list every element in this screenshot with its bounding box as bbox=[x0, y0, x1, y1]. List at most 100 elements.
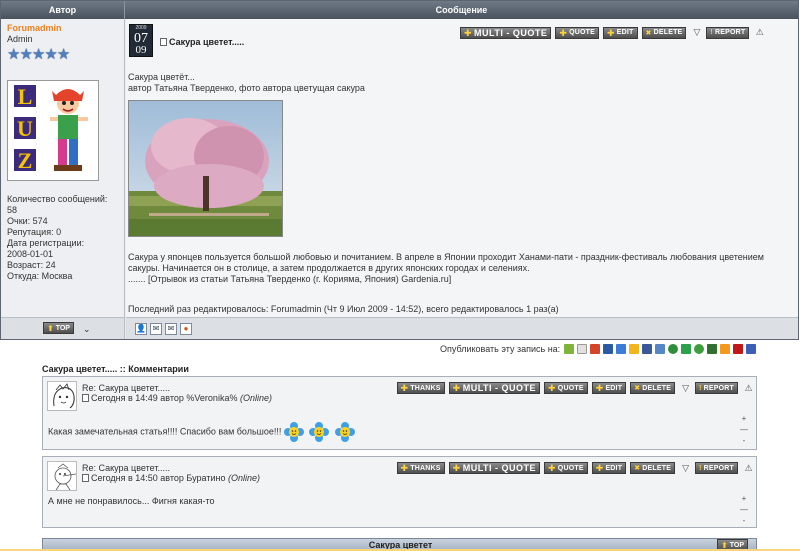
vote-minus-button[interactable]: - bbox=[740, 435, 748, 446]
share-icon[interactable] bbox=[720, 344, 731, 354]
share-icon[interactable] bbox=[681, 344, 692, 354]
post-title: Сакура цветет..... bbox=[160, 37, 244, 47]
facebook-icon[interactable] bbox=[642, 344, 653, 354]
comment-avatar[interactable] bbox=[47, 381, 77, 411]
report-button[interactable]: ! REPORT bbox=[695, 462, 738, 474]
quote-button[interactable]: ✚ QUOTE bbox=[544, 382, 588, 394]
quote-button[interactable]: ✚ QUOTE bbox=[544, 462, 588, 474]
share-icon[interactable] bbox=[694, 344, 705, 354]
thanks-button[interactable]: ✚ THANKS bbox=[396, 382, 445, 394]
share-icon[interactable] bbox=[668, 344, 679, 354]
online-status-icon[interactable]: ● bbox=[180, 323, 192, 335]
delete-button[interactable]: ✖ DELETE bbox=[630, 462, 676, 474]
post-excerpt: ....... [Отрывок из статьи Татьяна Тверд… bbox=[128, 274, 452, 284]
post-title-text: Сакура цветет..... bbox=[169, 37, 245, 47]
comment-title: Re: Сакура цветет..... bbox=[82, 463, 170, 473]
sakura-photo[interactable] bbox=[128, 100, 283, 237]
comment-toolbar: ✚ THANKS ✚ MULTI - QUOTE ✚ QUOTE ✚ EDIT ✖ DEL… bbox=[393, 381, 754, 395]
author-role: Admin bbox=[7, 34, 33, 44]
share-icon[interactable] bbox=[616, 344, 627, 354]
ip-warning-icon[interactable]: ▽ bbox=[680, 383, 691, 394]
document-icon bbox=[160, 38, 167, 46]
column-header-message: Сообщение bbox=[435, 5, 488, 15]
warn-user-icon[interactable]: ⚠ bbox=[754, 27, 765, 38]
thanks-button[interactable]: ✚ THANKS bbox=[396, 462, 445, 474]
share-icon[interactable] bbox=[629, 344, 640, 354]
avatar-letter-u: U bbox=[17, 116, 33, 141]
comment-meta: Сегодня в 14:49 автор %Veronika% (Online… bbox=[82, 393, 272, 403]
vote-plus-button[interactable]: + bbox=[740, 493, 748, 504]
multi-quote-button[interactable]: ✚ MULTI - QUOTE bbox=[460, 26, 552, 39]
share-icon[interactable] bbox=[577, 344, 588, 354]
comment-title: Re: Сакура цветет..... bbox=[82, 383, 170, 393]
edit-label: EDIT bbox=[605, 384, 623, 392]
table-header: Автор Сообщение bbox=[1, 1, 798, 19]
edit-button[interactable]: ✚ EDIT bbox=[591, 382, 627, 394]
vote-bar: — bbox=[740, 505, 748, 514]
share-icon[interactable] bbox=[707, 344, 718, 354]
comment-vote-controls: + — - bbox=[740, 413, 748, 446]
date-badge: 2009 07 09 bbox=[129, 24, 153, 57]
author-avatar[interactable]: L U Z bbox=[7, 80, 99, 181]
online-status: (Online) bbox=[227, 473, 260, 483]
stat-line: Репутация: 0 bbox=[7, 227, 62, 237]
thanks-label: THANKS bbox=[410, 384, 441, 392]
multi-quote-label: MULTI - QUOTE bbox=[462, 463, 537, 473]
comment-avatar[interactable] bbox=[47, 461, 77, 491]
profile-icon[interactable]: 👤 bbox=[135, 323, 147, 335]
delete-button[interactable]: ✖ DELETE bbox=[641, 26, 687, 39]
warn-user-icon[interactable]: ⚠ bbox=[743, 383, 754, 394]
comment-item: Re: Сакура цветет..... Сегодня в 14:50 а… bbox=[42, 456, 757, 528]
comment-body: А мне не понравилось... Фигня какая-то bbox=[48, 496, 215, 506]
edit-button[interactable]: ✚ EDIT bbox=[603, 26, 638, 39]
multi-quote-button[interactable]: ✚ MULTI - QUOTE bbox=[448, 462, 541, 474]
private-message-icon[interactable]: ✉ bbox=[150, 323, 162, 335]
top-button[interactable]: ⬆ TOP bbox=[43, 322, 74, 334]
post-table: Автор Сообщение Forumadmin Admin ★★★★★ L… bbox=[0, 0, 799, 340]
quote-label: QUOTE bbox=[557, 384, 584, 392]
multi-quote-label: MULTI - QUOTE bbox=[462, 383, 537, 393]
flower-smiley-icon bbox=[334, 422, 355, 442]
report-button[interactable]: ! REPORT bbox=[706, 26, 750, 39]
multi-quote-button[interactable]: ✚ MULTI - QUOTE bbox=[448, 382, 541, 394]
ip-warning-icon[interactable]: ▽ bbox=[680, 463, 691, 474]
edit-button[interactable]: ✚ EDIT bbox=[591, 462, 627, 474]
delete-label: DELETE bbox=[642, 384, 672, 392]
author-name-link[interactable]: Forumadmin bbox=[7, 23, 118, 34]
post-edited-note: Последний раз редактировалось: Forumadmi… bbox=[128, 304, 559, 314]
ip-warning-icon[interactable]: ▽ bbox=[691, 27, 702, 38]
quote-button[interactable]: ✚ QUOTE bbox=[555, 26, 600, 39]
share-bar: Опубликовать эту запись на: bbox=[440, 342, 800, 356]
date-month: 09 bbox=[135, 44, 147, 56]
share-icon[interactable] bbox=[564, 344, 575, 354]
report-button[interactable]: ! REPORT bbox=[695, 382, 738, 394]
share-icon[interactable] bbox=[746, 344, 757, 354]
warn-user-icon[interactable]: ⚠ bbox=[743, 463, 754, 474]
author-panel: Forumadmin Admin ★★★★★ L U Z Количество … bbox=[1, 19, 125, 317]
document-icon bbox=[82, 474, 89, 482]
quote-label: QUOTE bbox=[557, 464, 584, 472]
vote-bar: — bbox=[740, 425, 748, 434]
avatar-letter-l: L bbox=[18, 84, 33, 109]
share-icon[interactable] bbox=[603, 344, 614, 354]
share-label: Опубликовать эту запись на: bbox=[440, 344, 561, 354]
stat-line: 58 bbox=[7, 205, 18, 215]
share-icon[interactable] bbox=[733, 344, 744, 354]
vote-plus-button[interactable]: + bbox=[740, 413, 748, 424]
report-label: REPORT bbox=[703, 384, 734, 392]
comment-text: А мне не понравилось... Фигня какая-то bbox=[48, 496, 215, 506]
delete-button[interactable]: ✖ DELETE bbox=[630, 382, 676, 394]
edit-label: EDIT bbox=[616, 29, 634, 36]
flower-smiley-icon bbox=[283, 422, 304, 442]
chevron-down-icon[interactable]: ⌄ bbox=[83, 324, 91, 335]
stat-line: Очки: 574 bbox=[7, 216, 48, 226]
delete-label: DELETE bbox=[653, 29, 683, 36]
report-label: REPORT bbox=[703, 464, 734, 472]
comment-meta-text: Сегодня в 14:50 автор Буратино bbox=[91, 473, 226, 483]
share-icon[interactable] bbox=[655, 344, 666, 354]
share-icon[interactable] bbox=[590, 344, 601, 354]
rank-stars: ★★★★★ bbox=[7, 47, 118, 62]
vote-minus-button[interactable]: - bbox=[740, 515, 748, 526]
stat-line: Количество сообщений: bbox=[7, 194, 108, 204]
email-icon[interactable]: ✉ bbox=[165, 323, 177, 335]
